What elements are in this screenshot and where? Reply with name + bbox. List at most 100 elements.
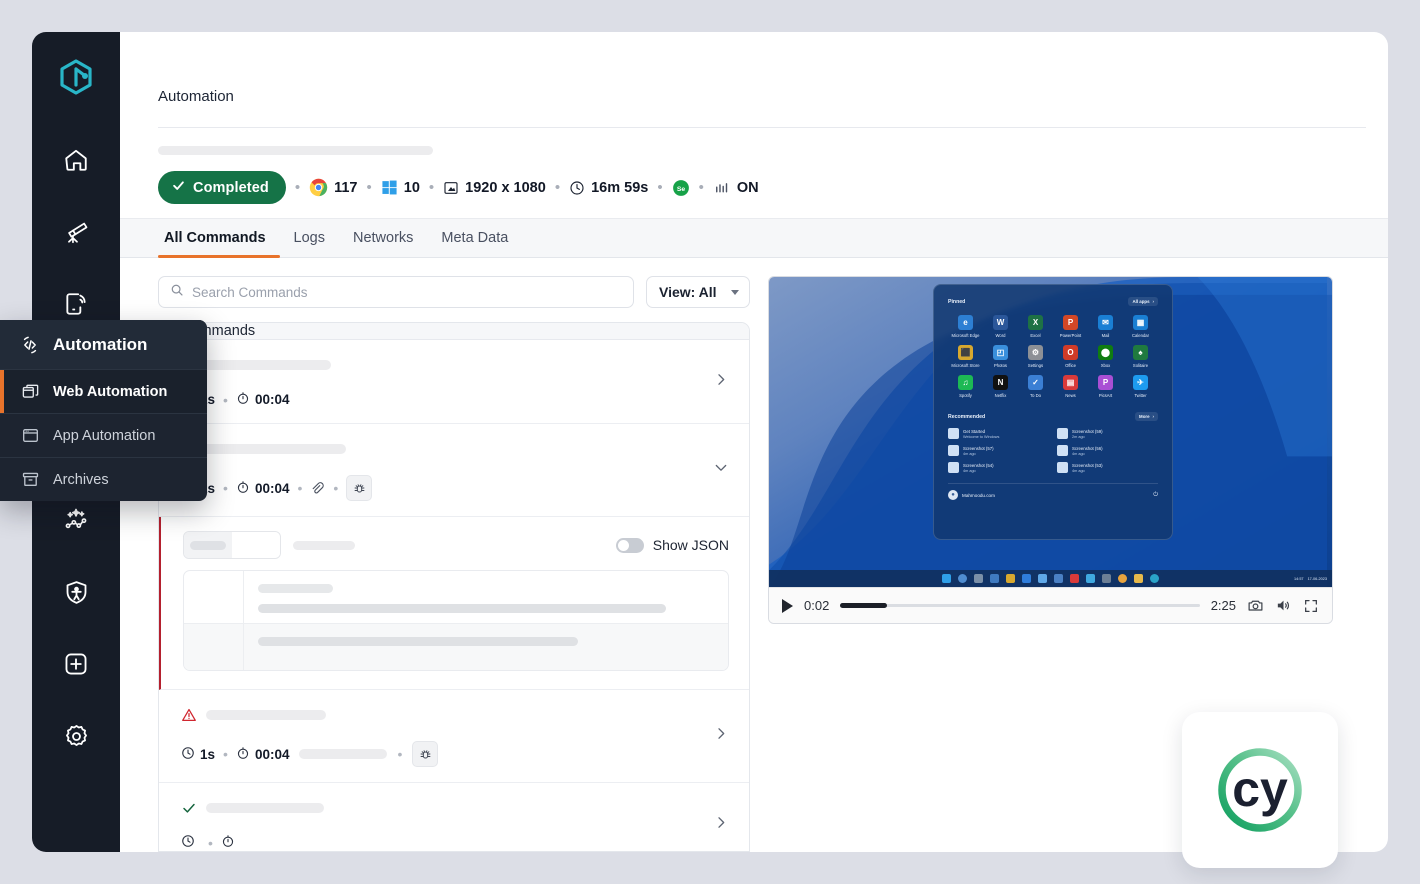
bug-icon[interactable]: [346, 475, 372, 501]
power-icon[interactable]: ⏻: [1153, 492, 1158, 499]
sidebar-item-accessibility[interactable]: [50, 566, 102, 618]
pinned-app[interactable]: WWord: [983, 315, 1018, 338]
separator-dot: •: [215, 481, 236, 495]
command-timestamp-value: 00:04: [255, 747, 290, 762]
camera-icon[interactable]: [1247, 597, 1264, 614]
pinned-app[interactable]: ♠Solitaire: [1123, 345, 1158, 368]
chevron-down-icon[interactable]: [713, 460, 729, 481]
detail-segmented-control[interactable]: [183, 531, 281, 559]
pinned-app[interactable]: ♫Spotify: [948, 375, 983, 398]
command-row[interactable]: 1s • 00:04: [159, 340, 749, 424]
pinned-app[interactable]: XExcel: [1018, 315, 1053, 338]
taskbar-chrome-icon[interactable]: [1118, 574, 1127, 583]
status-badge: Completed: [158, 171, 286, 204]
pinned-app[interactable]: OOffice: [1053, 345, 1088, 368]
toggle-off-icon[interactable]: [616, 538, 644, 553]
bug-icon[interactable]: [412, 741, 438, 767]
recommended-item[interactable]: Screenshot (57)4m ago: [948, 445, 1049, 456]
recommended-header: Recommended More ›: [948, 412, 1158, 421]
pinned-app[interactable]: ⬛Microsoft Store: [948, 345, 983, 368]
home-icon: [63, 147, 89, 173]
tab-networks[interactable]: Networks: [339, 231, 427, 258]
tab-all-commands[interactable]: All Commands: [158, 231, 280, 258]
tab-logs[interactable]: Logs: [280, 231, 339, 258]
recommended-item[interactable]: Screenshot (56)4m ago: [1057, 445, 1158, 456]
meta-separator: •: [690, 180, 713, 195]
sidebar-item-analytics[interactable]: [50, 206, 102, 258]
more-button[interactable]: More ›: [1135, 412, 1158, 421]
tab-meta-data[interactable]: Meta Data: [427, 231, 522, 258]
app-label: News: [1065, 393, 1075, 398]
pinned-app[interactable]: ✈Twitter: [1123, 375, 1158, 398]
recommended-item[interactable]: Screenshot (59)2m ago: [1057, 428, 1158, 439]
pinned-app[interactable]: NNetflix: [983, 375, 1018, 398]
taskbar-start-icon[interactable]: [942, 574, 951, 583]
cypress-logo-badge: cy: [1182, 712, 1338, 868]
recommended-item[interactable]: Screenshot (54)4m ago: [948, 462, 1049, 473]
recommended-subtitle: 4m ago: [1072, 469, 1103, 473]
show-json-toggle-group[interactable]: Show JSON: [616, 537, 729, 553]
flyout-header-label: Automation: [53, 335, 147, 355]
sidebar-item-settings[interactable]: [50, 710, 102, 762]
lambdatest-logo-icon[interactable]: [53, 54, 99, 100]
taskbar-search-icon[interactable]: [958, 574, 967, 583]
taskbar-explorer-icon[interactable]: [990, 574, 999, 583]
table-row: [184, 571, 728, 623]
all-apps-button[interactable]: All apps ›: [1128, 297, 1158, 306]
chevron-right-icon[interactable]: [713, 814, 729, 835]
sidebar-item-add-new[interactable]: [50, 638, 102, 690]
video-progress-bar[interactable]: [840, 604, 1199, 607]
pinned-app[interactable]: PPicsArt: [1088, 375, 1123, 398]
fullscreen-icon[interactable]: [1303, 598, 1319, 614]
pinned-app[interactable]: ▦Calendar: [1123, 315, 1158, 338]
search-commands-box[interactable]: [158, 276, 634, 308]
meta-resolution: 1920 x 1080: [443, 180, 546, 196]
pinned-app[interactable]: ✓To Do: [1018, 375, 1053, 398]
taskbar-store-icon[interactable]: [1006, 574, 1015, 583]
recommended-item[interactable]: Get StartedWelcome to Windows: [948, 428, 1049, 439]
view-filter-select[interactable]: View: All: [646, 276, 750, 308]
search-input[interactable]: [192, 285, 622, 300]
command-row[interactable]: 1s • 00:04 •: [159, 690, 749, 783]
detail-segment-active[interactable]: [184, 532, 232, 558]
flyout-item-archives[interactable]: Archives: [0, 457, 207, 501]
app-label: Microsoft Edge: [952, 333, 980, 338]
chevron-right-icon[interactable]: [713, 371, 729, 392]
recommended-item[interactable]: Screenshot (53)4m ago: [1057, 462, 1158, 473]
pinned-app[interactable]: ◰Photos: [983, 345, 1018, 368]
volume-icon[interactable]: [1275, 597, 1292, 614]
taskbar-folder-icon[interactable]: [1134, 574, 1143, 583]
command-row[interactable]: 1s • 00:04 •: [159, 424, 749, 517]
document-icon: [1057, 445, 1068, 456]
play-icon[interactable]: [782, 599, 793, 613]
app-label: Spotify: [959, 393, 972, 398]
sidebar-item-test-intelligence[interactable]: [50, 494, 102, 546]
command-row[interactable]: •: [159, 783, 749, 852]
meta-duration: 16m 59s: [569, 180, 648, 196]
video-frame[interactable]: Pinned All apps › eMicrosoft EdgeWWordXE…: [769, 277, 1332, 587]
pinned-app[interactable]: eMicrosoft Edge: [948, 315, 983, 338]
pinned-app[interactable]: ⚙Settings: [1018, 345, 1053, 368]
taskbar-app-icon[interactable]: [1102, 574, 1111, 583]
taskbar-play-icon[interactable]: [1070, 574, 1079, 583]
pinned-app[interactable]: ⬤Xbox: [1088, 345, 1123, 368]
flyout-item-web-automation[interactable]: Web Automation: [0, 369, 207, 413]
pinned-app[interactable]: ▤News: [1053, 375, 1088, 398]
taskbar-widgets-icon[interactable]: [974, 574, 983, 583]
flyout-item-app-automation[interactable]: App Automation: [0, 413, 207, 457]
chevron-right-icon[interactable]: [713, 726, 729, 747]
user-account[interactable]: ● Mahmoodu.com: [948, 490, 995, 500]
app-label: Mail: [1102, 333, 1110, 338]
app-icon: ⬛: [958, 345, 973, 360]
taskbar-mail-icon[interactable]: [1022, 574, 1031, 583]
taskbar-edge-icon[interactable]: [1150, 574, 1159, 583]
detail-segment-inactive[interactable]: [232, 532, 280, 558]
pinned-app[interactable]: ✉Mail: [1088, 315, 1123, 338]
taskbar-lightning-icon[interactable]: [1038, 574, 1047, 583]
app-icon: ▦: [1133, 315, 1148, 330]
taskbar-teams-icon[interactable]: [1054, 574, 1063, 583]
taskbar-dropbox-icon[interactable]: [1086, 574, 1095, 583]
pinned-app[interactable]: PPowerPoint: [1053, 315, 1088, 338]
paperclip-icon[interactable]: [310, 481, 325, 496]
sidebar-item-home[interactable]: [50, 134, 102, 186]
